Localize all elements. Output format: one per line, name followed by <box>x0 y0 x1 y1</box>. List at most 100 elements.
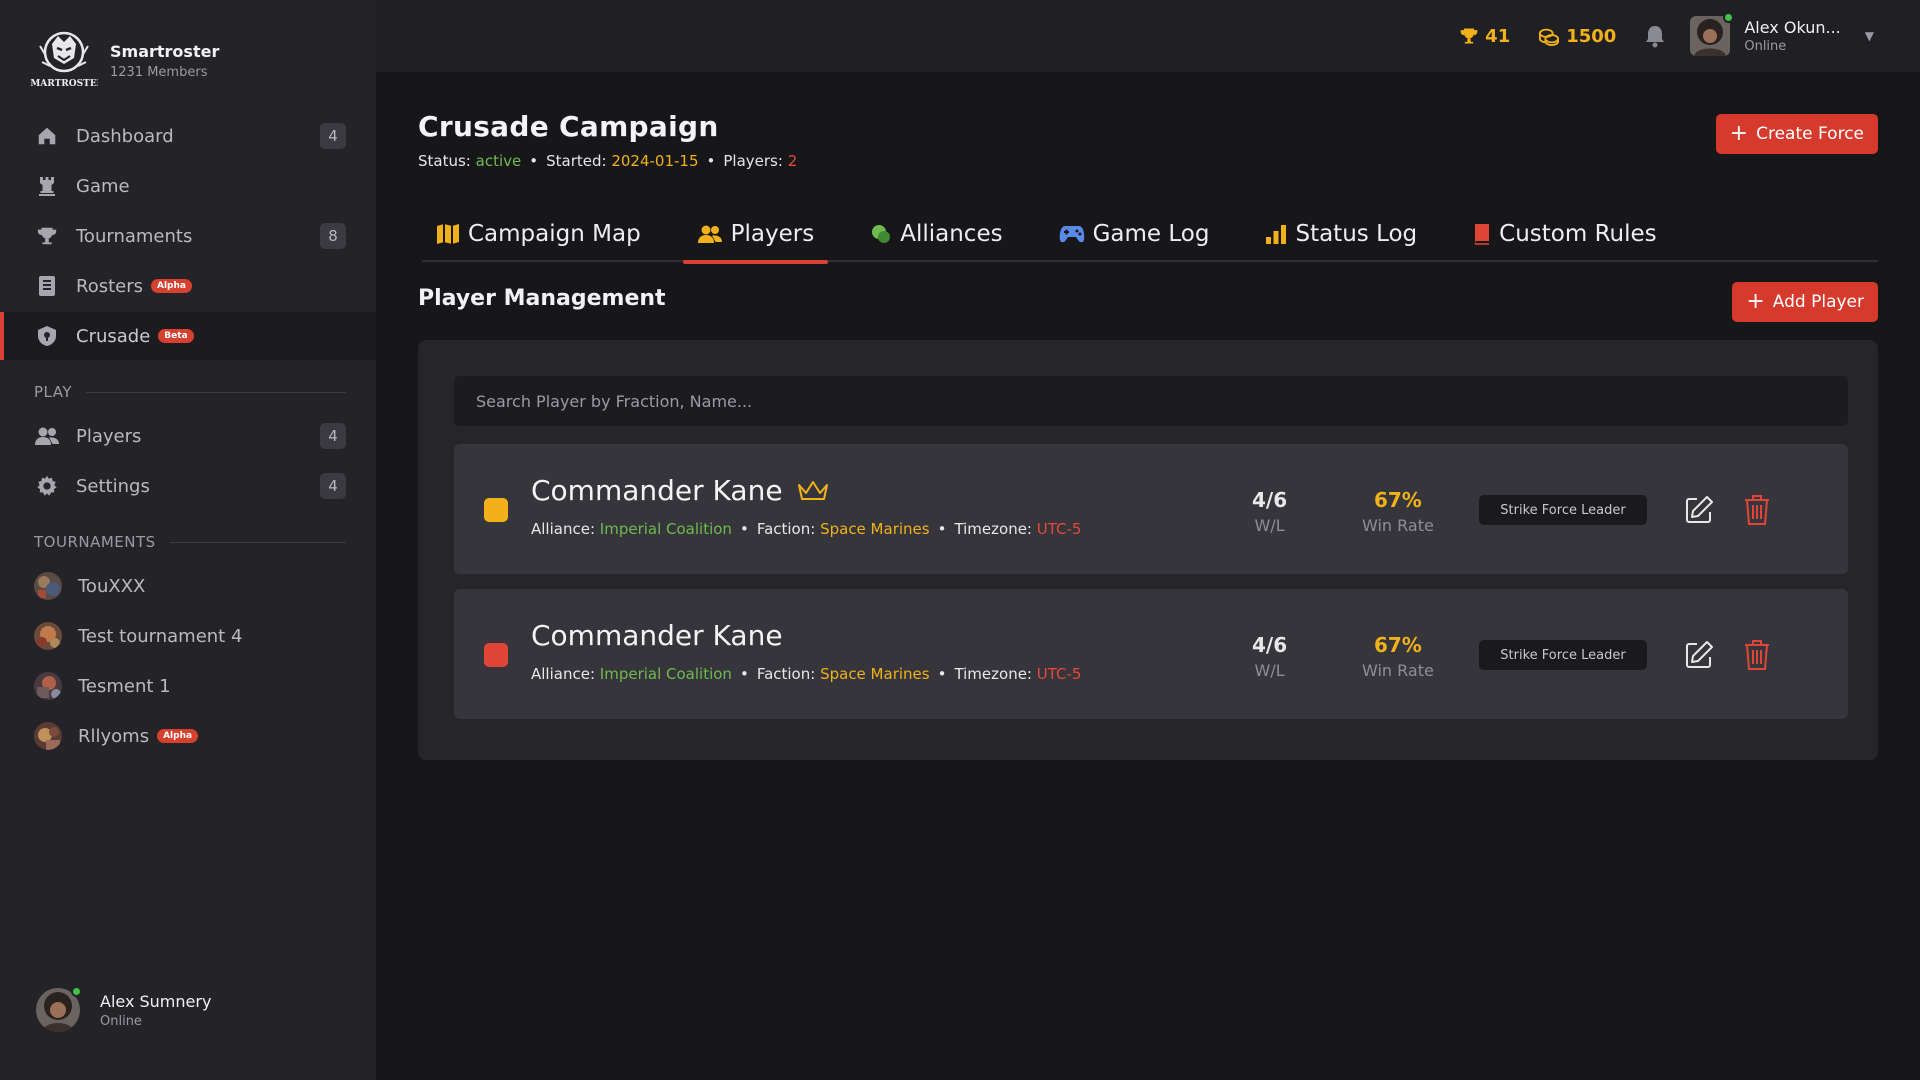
tab-label: Campaign Map <box>468 221 641 247</box>
search-input[interactable] <box>454 376 1848 426</box>
tab-players[interactable]: Players <box>682 206 829 264</box>
faction-label: Faction: <box>756 665 816 683</box>
section-title: PLAY <box>34 383 73 401</box>
shield-icon <box>34 323 60 349</box>
gear-icon <box>34 473 60 499</box>
tournament-thumbnail <box>34 572 62 600</box>
add-player-button[interactable]: + Add Player <box>1732 282 1878 322</box>
brand[interactable]: SMARTROSTER Smartroster 1231 Members <box>30 26 219 96</box>
tournaments-section-header: TOURNAMENTS <box>0 522 376 562</box>
users-icon <box>34 423 60 449</box>
tournament-thumbnail <box>34 622 62 650</box>
user-name: Alex Sumnery <box>100 991 212 1011</box>
alliance-icon <box>872 225 891 243</box>
count-badge: 4 <box>320 123 346 149</box>
brand-logo-text: SMARTROSTER <box>30 79 98 89</box>
count-badge: 4 <box>320 473 346 499</box>
sidebar-nav: Dashboard 4 Game Tournaments 8 Rosters A… <box>0 112 376 762</box>
home-icon <box>34 123 60 149</box>
top-bar: 41 1500 Alex Okun... Online ▼ <box>376 0 1920 72</box>
sidebar-item-tournament[interactable]: TouXXX <box>0 562 376 610</box>
sidebar-item-tournament[interactable]: Test tournament 4 <box>0 612 376 660</box>
winrate-stat: 67% Win Rate <box>1362 633 1434 680</box>
sidebar-item-crusade[interactable]: Crusade Beta <box>0 312 376 360</box>
count-badge: 4 <box>320 423 346 449</box>
player-name: Commander Kane <box>531 474 783 507</box>
online-indicator <box>1723 12 1735 23</box>
tab-campaign-map[interactable]: Campaign Map <box>422 206 655 262</box>
sidebar-item-label: Rosters <box>76 275 143 297</box>
tournament-thumbnail <box>34 672 62 700</box>
alliance-label: Alliance: <box>531 665 595 683</box>
trash-icon[interactable] <box>1737 635 1777 675</box>
sidebar-item-dashboard[interactable]: Dashboard 4 <box>0 112 376 160</box>
trophy-counter[interactable]: 41 <box>1459 26 1510 47</box>
alliance-label: Alliance: <box>531 520 595 538</box>
user-name: Alex Okun... <box>1744 18 1841 37</box>
player-info: Alliance: Imperial Coalition • Faction: Sp… <box>531 665 1082 683</box>
sidebar-item-game[interactable]: Game <box>0 162 376 210</box>
faction-label: Faction: <box>756 520 816 538</box>
edit-icon[interactable] <box>1679 635 1719 675</box>
sidebar-item-rosters[interactable]: Rosters Alpha <box>0 262 376 310</box>
button-label: Add Player <box>1772 292 1864 312</box>
edit-icon[interactable] <box>1679 490 1719 530</box>
players-value: 2 <box>787 152 798 170</box>
trophy-icon <box>34 223 60 249</box>
timezone-label: Timezone: <box>954 520 1032 538</box>
alliance-value: Imperial Coalition <box>599 520 732 538</box>
sidebar-item-label: Rllyoms <box>78 725 150 747</box>
winrate-value: 67% <box>1373 633 1422 657</box>
coin-count: 1500 <box>1566 25 1617 47</box>
chevron-down-icon[interactable]: ▼ <box>1865 29 1874 43</box>
tab-custom-rules[interactable]: Custom Rules <box>1459 206 1670 262</box>
user-menu[interactable]: Alex Okun... Online ▼ <box>1690 12 1874 56</box>
sidebar-item-players[interactable]: Players 4 <box>0 412 376 460</box>
wl-stat: 4/6 W/L <box>1252 488 1287 535</box>
tab-alliances[interactable]: Alliances <box>856 206 1016 262</box>
button-label: Create Force <box>1756 124 1864 144</box>
timezone-value: UTC-5 <box>1036 665 1082 683</box>
sidebar-user[interactable]: Alex Sumnery Online <box>36 986 212 1032</box>
timezone-value: UTC-5 <box>1036 520 1082 538</box>
sidebar-item-tournaments[interactable]: Tournaments 8 <box>0 212 376 260</box>
started-label: Started: <box>546 152 607 170</box>
timezone-label: Timezone: <box>954 665 1032 683</box>
wl-value: 4/6 <box>1252 488 1288 512</box>
bell-icon[interactable] <box>1644 24 1666 48</box>
sidebar-item-label: Settings <box>76 475 150 497</box>
crown-icon <box>797 480 828 500</box>
role-badge: Strike Force Leader <box>1479 495 1647 525</box>
player-card[interactable]: Commander Kane Alliance: Imperial Coalit… <box>454 444 1848 574</box>
sidebar-item-tournament[interactable]: Rllyoms Alpha <box>0 712 376 760</box>
sidebar-item-label: Game <box>76 175 130 197</box>
coin-counter[interactable]: 1500 <box>1538 26 1616 47</box>
tournament-thumbnail <box>34 722 62 750</box>
winrate-label: Win Rate <box>1362 661 1434 680</box>
trophy-icon <box>1460 28 1478 44</box>
bar-chart-icon <box>1266 225 1287 244</box>
section-title: TOURNAMENTS <box>34 533 156 551</box>
sidebar-item-label: Players <box>76 425 142 447</box>
sidebar-item-settings[interactable]: Settings 4 <box>0 462 376 510</box>
tab-status-log[interactable]: Status Log <box>1251 206 1431 262</box>
tab-label: Game Log <box>1092 221 1210 247</box>
trash-icon[interactable] <box>1737 490 1777 530</box>
tab-game-log[interactable]: Game Log <box>1045 206 1224 262</box>
player-color-swatch <box>484 643 508 667</box>
role-badge: Strike Force Leader <box>1479 640 1647 670</box>
player-info: Alliance: Imperial Coalition • Faction: Sp… <box>531 520 1082 538</box>
sidebar-item-label: Crusade <box>76 325 151 347</box>
player-color-swatch <box>484 498 508 522</box>
create-force-button[interactable]: + Create Force <box>1715 114 1878 154</box>
gamepad-icon <box>1059 226 1084 243</box>
play-section-header: PLAY <box>0 372 376 412</box>
tab-bar: Campaign Map Players Alliances Game Log … <box>422 206 1878 264</box>
user-status: Online <box>1744 39 1787 54</box>
brand-members: 1231 Members <box>110 65 208 80</box>
map-icon <box>437 224 459 244</box>
sidebar-item-tournament[interactable]: Tesment 1 <box>0 662 376 710</box>
chess-rook-icon <box>34 173 60 199</box>
player-card[interactable]: Commander Kane Alliance: Imperial Coalit… <box>454 589 1848 719</box>
trophy-count: 41 <box>1485 25 1511 47</box>
